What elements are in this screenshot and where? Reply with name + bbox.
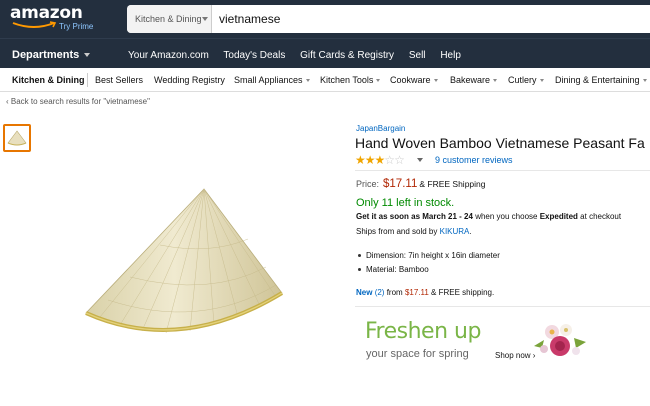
- subnav-label: Small Appliances: [234, 75, 303, 85]
- amazon-logo[interactable]: amazon Try Prime: [10, 3, 120, 35]
- new-offers-price: $17.11: [404, 288, 429, 297]
- nav-link-help[interactable]: Help: [440, 50, 461, 61]
- subnav-label: Kitchen Tools: [320, 75, 374, 85]
- main-nav: Departments Your Amazon.com Today's Deal…: [0, 38, 650, 68]
- nav-link-gift-cards[interactable]: Gift Cards & Registry: [300, 50, 394, 61]
- seller-link[interactable]: KIKURA: [440, 227, 470, 236]
- nav-link-todays-deals[interactable]: Today's Deals: [223, 50, 285, 61]
- star-empty-icon: ☆: [394, 153, 405, 167]
- logo-text: amazon: [10, 3, 83, 23]
- nav-link-sell[interactable]: Sell: [409, 50, 426, 61]
- subnav-kitchen-dining[interactable]: Kitchen & Dining: [12, 75, 85, 85]
- list-item: Material: Bamboo: [357, 265, 500, 274]
- flower-bouquet-icon: [534, 324, 586, 356]
- subnav-label: Bakeware: [450, 75, 491, 85]
- conical-hat-thumbnail: [7, 130, 27, 146]
- category-subnav: Kitchen & Dining Best Sellers Wedding Re…: [0, 68, 650, 92]
- new-offers: New (2) from $17.11 & FREE shipping.: [356, 288, 494, 297]
- chevron-down-icon: [539, 79, 544, 83]
- brand-link[interactable]: JapanBargain: [356, 124, 405, 133]
- new-offers-link[interactable]: New: [356, 288, 372, 297]
- star-icon: ★: [374, 153, 386, 167]
- chevron-down-icon: [202, 17, 208, 21]
- ad-subline: your space for spring: [366, 348, 469, 360]
- chevron-down-icon: [376, 79, 381, 83]
- customer-reviews-link[interactable]: 9 customer reviews: [435, 155, 513, 165]
- subnav-label: Dining & Entertaining: [555, 75, 640, 85]
- departments-label: Departments: [12, 49, 80, 61]
- chevron-down-icon[interactable]: [417, 158, 423, 162]
- product-image[interactable]: [80, 185, 290, 345]
- free-shipping-text: & FREE Shipping: [419, 179, 486, 189]
- chevron-down-icon: [493, 79, 498, 83]
- chevron-down-icon: [433, 79, 438, 83]
- chevron-down-icon: [305, 79, 310, 83]
- nav-links: Your Amazon.com Today's Deals Gift Cards…: [128, 50, 473, 61]
- subnav-wedding-registry[interactable]: Wedding Registry: [154, 75, 225, 85]
- chevron-down-icon: [642, 79, 647, 83]
- subnav-dining-entertaining[interactable]: Dining & Entertaining: [555, 75, 647, 85]
- subnav-divider: [87, 73, 88, 87]
- subnav-label: Cutlery: [508, 75, 537, 85]
- subnav-kitchen-tools[interactable]: Kitchen Tools: [320, 75, 381, 85]
- subnav-small-appliances[interactable]: Small Appliances: [234, 75, 310, 85]
- ships-prefix: Ships from and sold by: [356, 227, 438, 236]
- nav-link-your-amazon[interactable]: Your Amazon.com: [128, 50, 209, 61]
- star-empty-icon: ☆: [384, 153, 395, 167]
- star-icon: ★: [355, 153, 366, 167]
- star-rating[interactable]: ★★★☆☆: [355, 153, 405, 167]
- search-bar: Kitchen & Dining: [127, 5, 650, 33]
- new-offers-shipping: & FREE shipping.: [431, 288, 495, 297]
- back-to-results-link[interactable]: ‹ Back to search results for "vietnamese…: [6, 97, 150, 106]
- spring-ad-banner[interactable]: Freshen up your space for spring Shop no…: [356, 312, 591, 372]
- stock-status: Only 11 left in stock.: [356, 197, 455, 209]
- subnav-best-sellers[interactable]: Best Sellers: [95, 75, 143, 85]
- search-category-label: Kitchen & Dining: [135, 14, 202, 24]
- departments-menu[interactable]: Departments: [12, 49, 91, 61]
- ships-from: Ships from and sold by KIKURA.: [356, 227, 472, 236]
- delivery-suffix: at checkout: [580, 212, 622, 221]
- divider: [355, 170, 650, 171]
- delivery-prefix: Get it as soon as: [356, 212, 421, 221]
- price-label: Price:: [356, 179, 380, 189]
- delivery-option: Expedited: [539, 212, 578, 221]
- star-icon: ★: [364, 153, 376, 167]
- list-item: Dimension: 7in height x 16in diameter: [357, 251, 500, 260]
- feature-bullets: Dimension: 7in height x 16in diameter Ma…: [357, 251, 500, 279]
- price-value: $17.11: [383, 178, 418, 190]
- search-input[interactable]: [219, 5, 639, 33]
- price-row: Price: $17.11 & FREE Shipping: [356, 178, 486, 190]
- chevron-down-icon: [84, 53, 91, 58]
- new-offers-from: from: [386, 288, 403, 297]
- ships-suffix: .: [469, 227, 472, 236]
- search-category-dropdown[interactable]: Kitchen & Dining: [127, 5, 212, 33]
- top-header: amazon Try Prime Kitchen & Dining: [0, 0, 650, 38]
- subnav-bakeware[interactable]: Bakeware: [450, 75, 498, 85]
- smile-arrow-icon: [12, 21, 57, 28]
- delivery-estimate: Get it as soon as March 21 - 24 when you…: [356, 212, 621, 221]
- subnav-cookware[interactable]: Cookware: [390, 75, 438, 85]
- product-title: Hand Woven Bamboo Vietnamese Peasant Fa: [355, 135, 645, 151]
- new-offers-count[interactable]: (2): [375, 288, 385, 297]
- delivery-mid: when you choose: [475, 212, 538, 221]
- thumbnail-image[interactable]: [3, 124, 31, 152]
- subnav-label: Cookware: [390, 75, 431, 85]
- subnav-cutlery[interactable]: Cutlery: [508, 75, 544, 85]
- delivery-date: March 21 - 24: [422, 212, 473, 221]
- divider: [355, 306, 650, 307]
- ad-headline: Freshen up: [365, 319, 481, 344]
- try-prime-link[interactable]: Try Prime: [59, 22, 93, 31]
